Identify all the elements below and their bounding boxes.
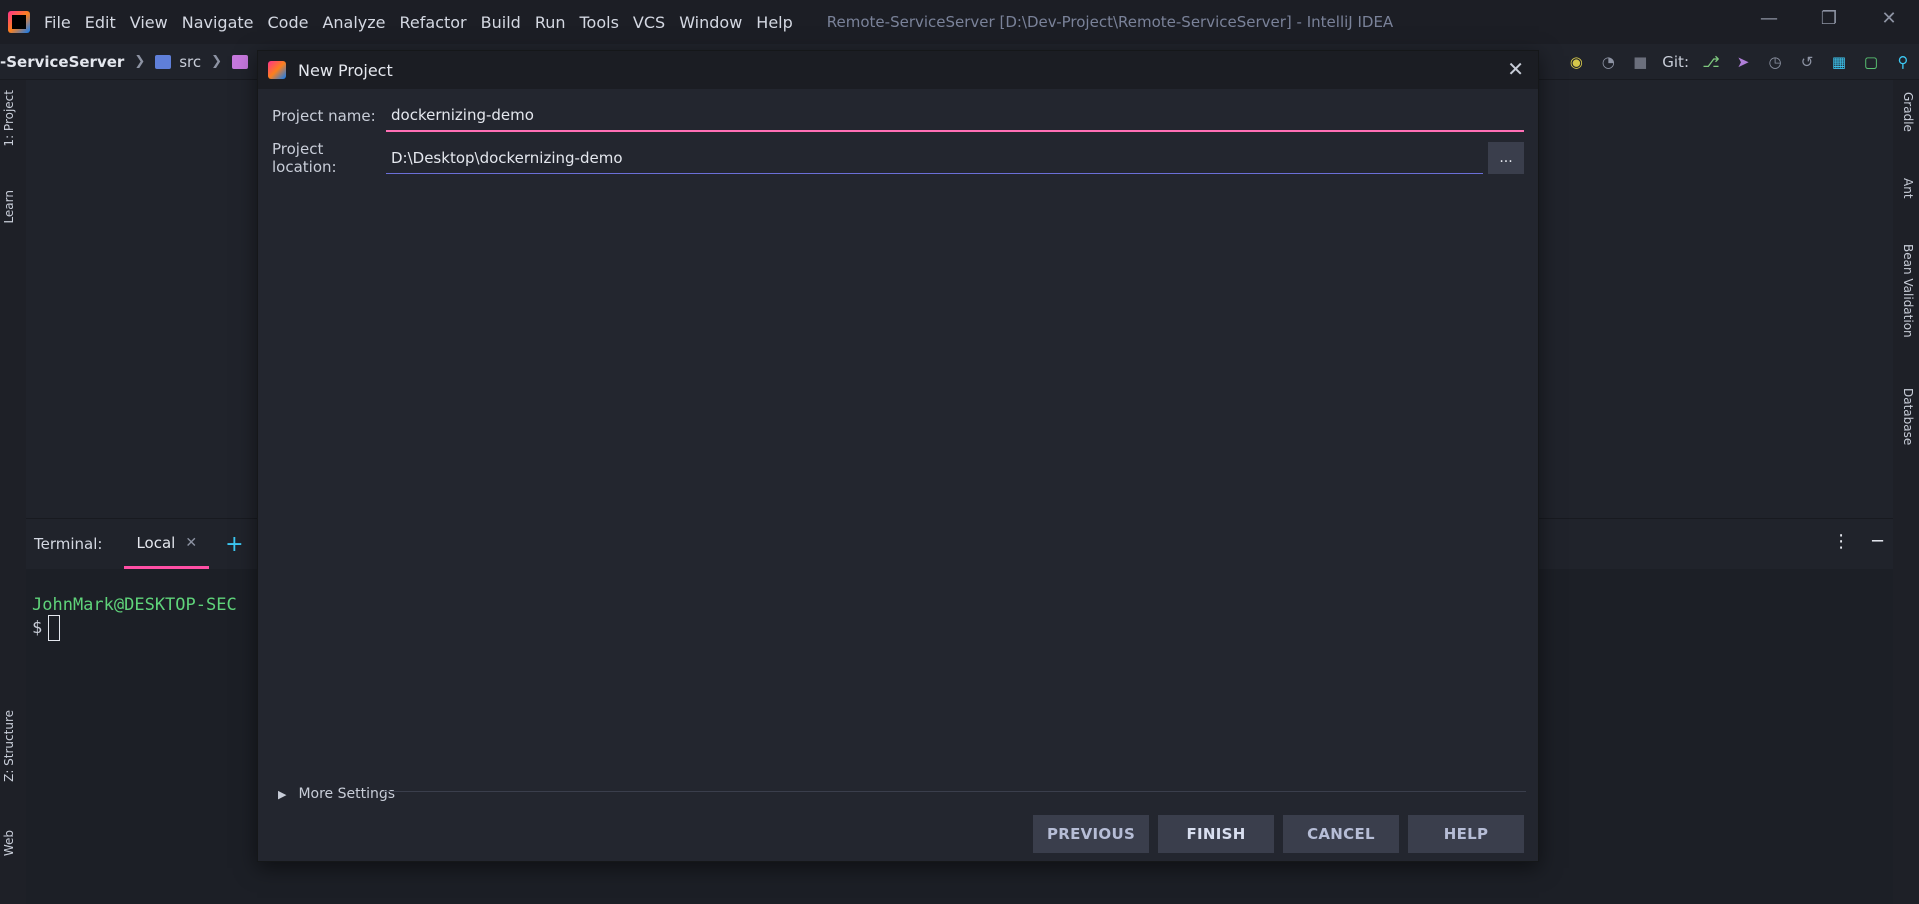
more-options-icon[interactable]: ⋮ xyxy=(1832,531,1850,552)
more-settings-label: More Settings xyxy=(298,786,396,802)
tab-gradle[interactable]: Gradle xyxy=(1901,92,1915,132)
run-coverage-icon[interactable]: ◉ xyxy=(1566,52,1586,72)
project-name-input[interactable] xyxy=(386,100,1524,132)
tab-web[interactable]: Web xyxy=(2,830,16,856)
profile-icon[interactable]: ◔ xyxy=(1598,52,1618,72)
chevron-right-icon: ❯ xyxy=(211,54,223,69)
browse-button[interactable]: ... xyxy=(1488,142,1524,174)
terminal-prompt-symbol: $ xyxy=(32,618,43,638)
breadcrumb-project[interactable]: -ServiceServer xyxy=(0,53,124,71)
rollback-icon[interactable]: ↺ xyxy=(1797,52,1817,72)
dialog-buttons: PREVIOUS FINISH CANCEL HELP xyxy=(1033,815,1524,853)
tab-learn[interactable]: Learn xyxy=(2,190,16,224)
terminal-icon[interactable]: ▢ xyxy=(1861,52,1881,72)
git-branch-icon[interactable]: ⎇ xyxy=(1701,52,1721,72)
menu-edit[interactable]: Edit xyxy=(85,13,116,32)
menu-help[interactable]: Help xyxy=(756,13,792,32)
tab-ant[interactable]: Ant xyxy=(1901,178,1915,199)
folder-icon xyxy=(232,54,249,69)
project-location-input[interactable] xyxy=(386,142,1483,174)
left-tool-stripe: 1: Project Learn Z: Structure Web xyxy=(0,80,26,904)
close-icon[interactable]: ✕ xyxy=(185,535,197,551)
main-toolbar: ◉ ◔ ■ Git: ⎇ ➤ ◷ ↺ ▦ ▢ ⚲ xyxy=(1560,44,1919,80)
menu-refactor[interactable]: Refactor xyxy=(400,13,467,32)
tab-bean-validation[interactable]: Bean Validation xyxy=(1901,244,1915,338)
breadcrumb-src[interactable]: src xyxy=(179,53,201,71)
title-bar: File Edit View Navigate Code Analyze Ref… xyxy=(0,0,1919,44)
window-controls: — ❐ ✕ xyxy=(1739,0,1919,44)
dialog-title: New Project xyxy=(298,60,393,80)
project-location-row: Project location: ... xyxy=(272,140,1524,176)
git-label: Git: xyxy=(1662,53,1689,71)
project-structure-icon[interactable]: ▦ xyxy=(1829,52,1849,72)
help-button[interactable]: HELP xyxy=(1408,815,1524,853)
menu-file[interactable]: File xyxy=(44,13,71,32)
stop-icon[interactable]: ■ xyxy=(1630,52,1650,72)
menu-code[interactable]: Code xyxy=(268,13,309,32)
minimize-icon[interactable]: — xyxy=(1739,0,1799,36)
tab-database[interactable]: Database xyxy=(1901,388,1915,445)
terminal-cursor xyxy=(48,615,61,641)
terminal-label: Terminal: xyxy=(34,535,103,553)
previous-button[interactable]: PREVIOUS xyxy=(1033,815,1149,853)
tab-project[interactable]: 1: Project xyxy=(2,90,16,147)
terminal-tab-local[interactable]: Local ✕ xyxy=(124,519,210,569)
intellij-logo-icon[interactable] xyxy=(8,11,30,33)
project-location-label: Project location: xyxy=(272,140,337,176)
window-title: Remote-ServiceServer [D:\Dev-Project\Rem… xyxy=(826,13,1394,31)
project-name-row: Project name: xyxy=(272,100,1524,132)
menu-tools[interactable]: Tools xyxy=(580,13,619,32)
menu-navigate[interactable]: Navigate xyxy=(182,13,254,32)
intellij-logo-icon xyxy=(268,61,286,79)
git-push-icon[interactable]: ➤ xyxy=(1733,52,1753,72)
search-icon[interactable]: ⚲ xyxy=(1893,52,1913,72)
tab-structure[interactable]: Z: Structure xyxy=(2,710,16,782)
finish-button[interactable]: FINISH xyxy=(1158,815,1274,853)
menu-analyze[interactable]: Analyze xyxy=(322,13,385,32)
menu-bar: File Edit View Navigate Code Analyze Ref… xyxy=(44,13,807,32)
close-icon[interactable]: ✕ xyxy=(1507,57,1524,81)
cancel-button[interactable]: CANCEL xyxy=(1283,815,1399,853)
terminal-actions: ⋮ ─ xyxy=(1832,531,1883,552)
divider xyxy=(384,791,1526,792)
terminal-tab-label: Local xyxy=(136,533,176,552)
menu-run[interactable]: Run xyxy=(535,13,566,32)
menu-vcs[interactable]: VCS xyxy=(633,13,665,32)
triangle-right-icon: ▶ xyxy=(278,787,287,801)
more-settings-toggle[interactable]: ▶ More Settings xyxy=(278,786,395,802)
source-folder-icon xyxy=(155,54,172,69)
chevron-right-icon: ❯ xyxy=(134,54,146,69)
restore-icon[interactable]: ❐ xyxy=(1799,0,1859,36)
dialog-header: New Project ✕ xyxy=(258,51,1538,89)
history-icon[interactable]: ◷ xyxy=(1765,52,1785,72)
menu-build[interactable]: Build xyxy=(481,13,521,32)
project-name-label: Project name: xyxy=(272,107,376,125)
close-window-icon[interactable]: ✕ xyxy=(1859,0,1919,36)
add-icon[interactable]: + xyxy=(225,532,243,557)
hide-panel-icon[interactable]: ─ xyxy=(1872,531,1883,552)
menu-window[interactable]: Window xyxy=(679,13,742,32)
menu-view[interactable]: View xyxy=(130,13,168,32)
right-tool-stripe: Gradle Ant Bean Validation Database xyxy=(1893,80,1919,904)
new-project-dialog: New Project ✕ Project name: Project loca… xyxy=(257,50,1539,862)
